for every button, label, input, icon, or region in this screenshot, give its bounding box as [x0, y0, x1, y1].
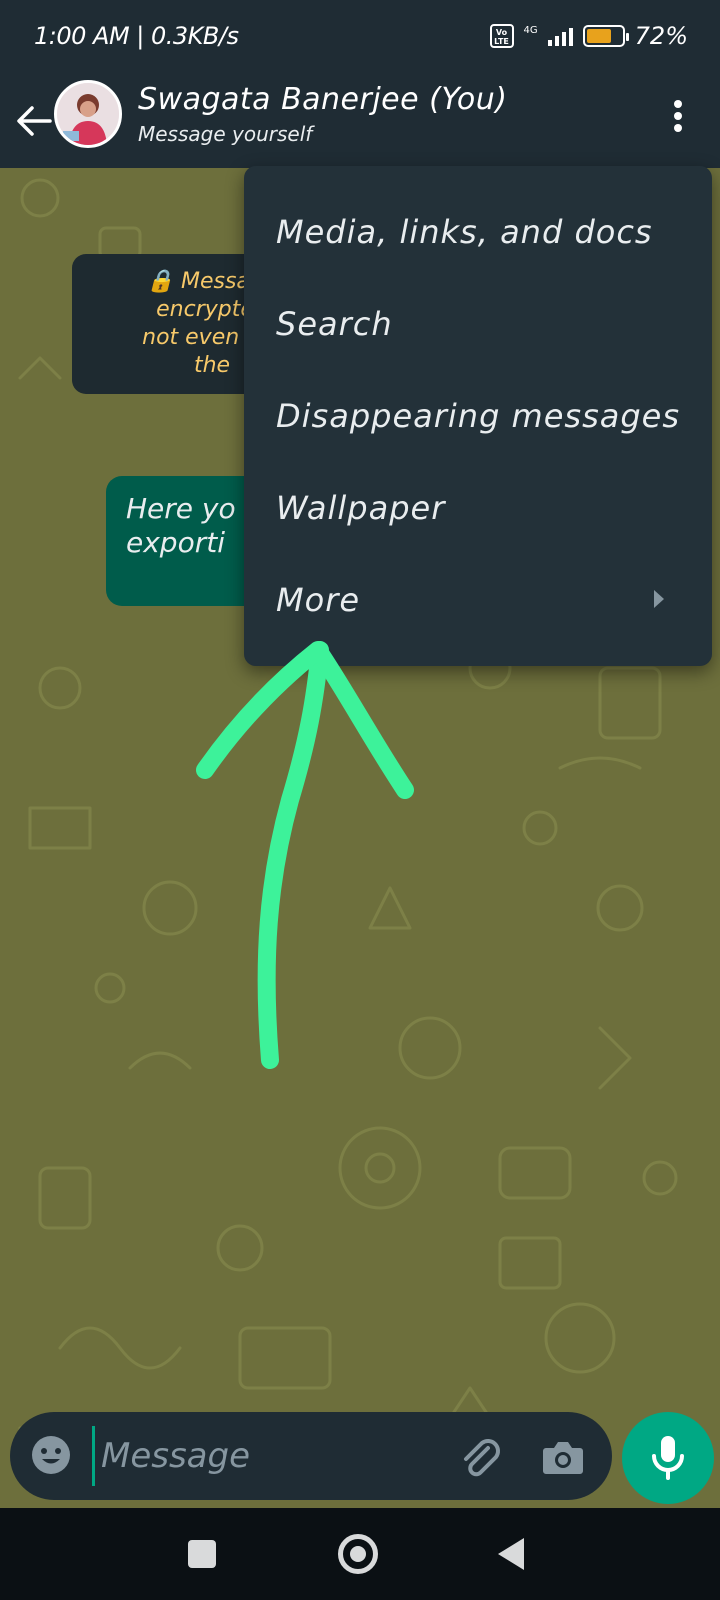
mic-button[interactable]: [622, 1412, 714, 1504]
menu-item-disappearing-messages[interactable]: Disappearing messages: [244, 370, 712, 462]
menu-item-media-links-docs[interactable]: Media, links, and docs: [244, 186, 712, 278]
camera-button[interactable]: [540, 1434, 586, 1480]
volte-badge: Vo LTE: [489, 24, 514, 48]
chat-header: Swagata Banerjee (You) Message yourself: [0, 76, 720, 168]
menu-item-search[interactable]: Search: [244, 278, 712, 370]
status-bar: 1:00 AM | 0.3KB/s Vo LTE 4G 72%: [0, 0, 720, 76]
menu-item-label: More: [276, 581, 361, 619]
avatar-image: [57, 83, 119, 145]
chevron-right-icon: [654, 590, 664, 608]
battery-icon: [582, 25, 629, 47]
avatar[interactable]: [54, 80, 122, 148]
home-button[interactable]: [338, 1534, 378, 1574]
menu-item-label: Media, links, and docs: [276, 213, 653, 251]
recents-button[interactable]: [188, 1540, 216, 1568]
menu-item-label: Search: [276, 305, 393, 343]
paperclip-icon: [464, 1439, 500, 1477]
system-back-button[interactable]: [498, 1538, 524, 1570]
menu-item-label: Disappearing messages: [276, 397, 681, 435]
network-type: 4G: [523, 24, 538, 36]
menu-item-label: Wallpaper: [276, 489, 446, 527]
arrow-left-icon: [17, 106, 52, 136]
contact-name[interactable]: Swagata Banerjee (You): [138, 82, 507, 117]
message-composer: [10, 1412, 612, 1500]
contact-subtitle: Message yourself: [138, 122, 313, 146]
status-icons: Vo LTE 4G 72%: [489, 22, 688, 50]
status-time-speed: 1:00 AM | 0.3KB/s: [34, 22, 239, 50]
attach-button[interactable]: [458, 1434, 504, 1480]
message-input[interactable]: [92, 1426, 452, 1486]
signal-icon: [547, 26, 573, 46]
mic-icon: [652, 1436, 684, 1480]
battery-percent: 72%: [634, 22, 688, 50]
overflow-menu: Media, links, and docs Search Disappeari…: [244, 166, 712, 666]
more-vert-button[interactable]: [666, 96, 690, 136]
menu-item-wallpaper[interactable]: Wallpaper: [244, 462, 712, 554]
more-vert-icon: [674, 100, 682, 108]
camera-icon: [543, 1442, 583, 1474]
emoji-button[interactable]: [30, 1434, 72, 1476]
battery-level: [586, 29, 612, 43]
back-button[interactable]: [12, 96, 56, 146]
menu-item-more[interactable]: More: [244, 554, 712, 646]
system-nav-bar: [0, 1508, 720, 1600]
emoji-icon: [32, 1436, 70, 1474]
